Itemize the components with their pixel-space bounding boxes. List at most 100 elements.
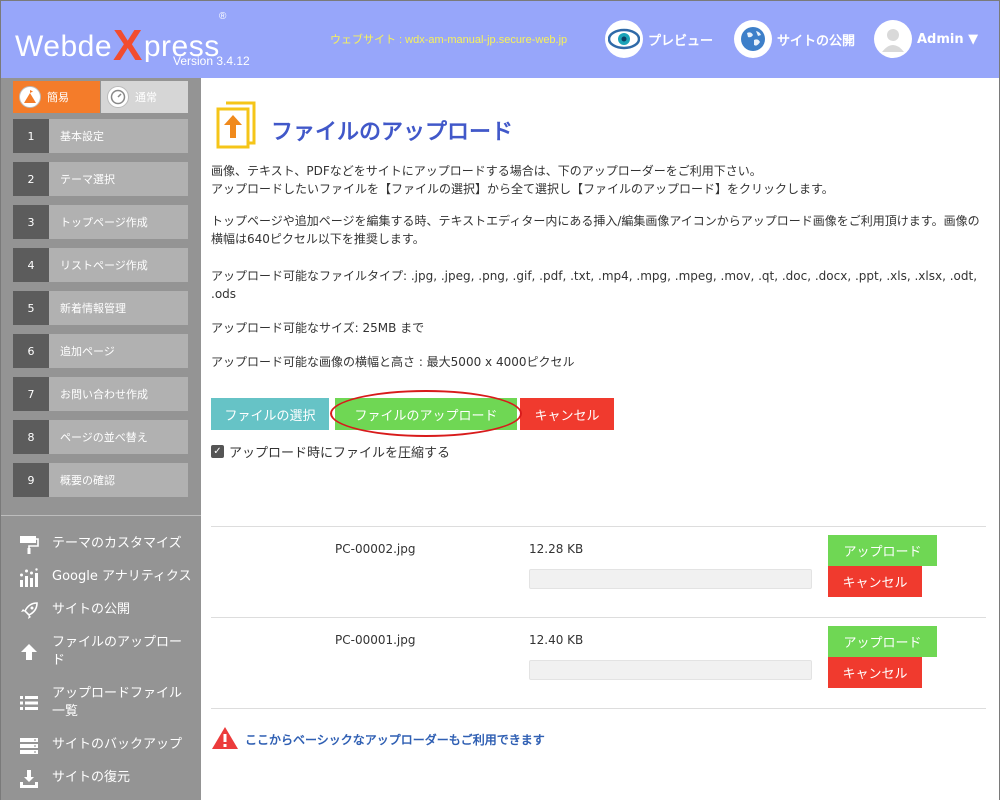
mode-easy-tab[interactable]: 簡易 <box>13 81 100 113</box>
publish-site-button[interactable]: サイトの公開 <box>734 20 855 58</box>
step-news[interactable]: 5 新着情報管理 <box>13 291 188 325</box>
download-tray-icon <box>19 769 39 789</box>
menu-site-restore[interactable]: サイトの復元 <box>19 769 195 789</box>
step-label: 新着情報管理 <box>60 302 126 315</box>
step-number: 8 <box>13 420 49 454</box>
user-avatar-icon <box>874 20 912 58</box>
eye-icon <box>605 20 643 58</box>
step-overview[interactable]: 9 概要の確認 <box>13 463 188 497</box>
file-size: 12.40 KB <box>529 633 584 647</box>
upload-arrow-icon <box>19 642 39 662</box>
select-files-button[interactable]: ファイルの選択 <box>211 398 329 430</box>
menu-theme-customize[interactable]: テーマのカスタマイズ <box>19 535 195 555</box>
row-divider <box>211 708 986 709</box>
editor-usage-text: トップページや追加ページを編集する時、テキストエディター内にある挿入/編集画像ア… <box>211 214 980 246</box>
highlight-ellipse <box>330 390 522 437</box>
basic-uploader-label: ここからベーシックなアップローダーもご利用できます <box>245 733 545 747</box>
list-icon <box>19 693 39 713</box>
step-number: 9 <box>13 463 49 497</box>
step-top-page[interactable]: 3 トップページ作成 <box>13 205 188 239</box>
menu-site-backup[interactable]: サイトのバックアップ <box>19 736 195 756</box>
compress-option[interactable]: ✓ アップロード時にファイルを圧縮する <box>211 442 450 461</box>
menu-publish-site[interactable]: サイトの公開 <box>19 601 195 621</box>
bar-chart-icon <box>19 568 39 588</box>
row-cancel-button[interactable]: キャンセル <box>828 657 922 688</box>
step-number: 3 <box>13 205 49 239</box>
step-contact[interactable]: 7 お問い合わせ作成 <box>13 377 188 411</box>
menu-label: ファイルのアップロード <box>52 635 183 668</box>
version-label: Version 3.4.12 <box>173 54 250 68</box>
preview-label: プレビュー <box>648 33 714 49</box>
row-upload-button[interactable]: アップロード <box>828 626 937 657</box>
server-icon <box>19 736 39 756</box>
intro-text: 画像、テキスト、PDFなどをサイトにアップロードする場合は、下のアップローダーを… <box>211 162 991 198</box>
row-upload-button[interactable]: アップロード <box>828 535 937 566</box>
step-number: 1 <box>13 119 49 153</box>
row-divider <box>211 526 986 527</box>
upload-progress-bar <box>529 569 812 589</box>
mountain-flag-icon <box>19 86 41 108</box>
compress-label: アップロード時にファイルを圧縮する <box>229 446 451 461</box>
step-page-order[interactable]: 8 ページの並べ替え <box>13 420 188 454</box>
publish-label: サイトの公開 <box>777 33 856 49</box>
step-additional-page[interactable]: 6 追加ページ <box>13 334 188 368</box>
gauge-icon <box>107 86 129 108</box>
menu-google-analytics[interactable]: Google アナリティクス <box>19 568 195 588</box>
rocket-icon <box>19 601 39 621</box>
basic-uploader-link[interactable]: ここからベーシックなアップローダーもご利用できます <box>211 726 545 753</box>
menu-label: サイトの復元 <box>52 770 131 785</box>
step-label: 基本設定 <box>60 130 104 143</box>
mode-normal-label: 通常 <box>135 91 157 104</box>
paint-roller-icon <box>19 535 39 555</box>
step-label: 追加ページ <box>60 345 115 358</box>
step-theme-select[interactable]: 2 テーマ選択 <box>13 162 188 196</box>
mode-easy-label: 簡易 <box>47 91 69 104</box>
mode-normal-tab[interactable]: 通常 <box>101 81 188 113</box>
website-url-link[interactable]: ウェブサイト : wdx-am-manual-jp.secure-web.jp <box>330 31 567 47</box>
upload-progress-bar <box>529 660 812 680</box>
cancel-all-button[interactable]: キャンセル <box>520 398 614 430</box>
menu-label: アップロードファイル一覧 <box>52 686 183 719</box>
menu-file-upload[interactable]: ファイルのアップロード <box>19 634 195 670</box>
intro-line-2: アップロードしたいファイルを【ファイルの選択】から全て選択し【ファイルのアップロ… <box>211 182 834 196</box>
main-content: ファイルのアップロード 画像、テキスト、PDFなどをサイトにアップロードする場合… <box>201 78 999 800</box>
step-number: 7 <box>13 377 49 411</box>
warning-icon <box>211 726 239 753</box>
file-size: 12.28 KB <box>529 542 584 556</box>
file-name: PC-00002.jpg <box>335 542 416 556</box>
file-types-text: アップロード可能なファイルタイプ: .jpg, .jpeg, .png, .gi… <box>211 269 978 301</box>
sidebar-divider <box>1 515 201 516</box>
row-divider <box>211 617 986 618</box>
step-basic-settings[interactable]: 1 基本設定 <box>13 119 188 153</box>
menu-uploaded-files-list[interactable]: アップロードファイル一覧 <box>19 685 195 721</box>
menu-label: Google アナリティクス <box>52 569 192 584</box>
step-number: 2 <box>13 162 49 196</box>
preview-button[interactable]: プレビュー <box>605 20 713 58</box>
admin-label: Admin ▼ <box>917 31 979 47</box>
sidebar: 簡易 通常 1 基本設定 2 テーマ選択 3 トップページ作成 4 リストページ作成 5… <box>1 78 201 800</box>
admin-menu-button[interactable]: Admin ▼ <box>874 20 978 58</box>
intro-line-1: 画像、テキスト、PDFなどをサイトにアップロードする場合は、下のアップローダーを… <box>211 164 762 178</box>
logo-text-x: X <box>113 21 143 70</box>
step-label: 概要の確認 <box>60 474 115 487</box>
logo-text-pre: Webde <box>15 30 113 63</box>
file-name: PC-00001.jpg <box>335 633 416 647</box>
step-number: 4 <box>13 248 49 282</box>
globe-icon <box>734 20 772 58</box>
compress-checkbox[interactable]: ✓ <box>211 445 224 458</box>
max-dimensions-text: アップロード可能な画像の横幅と高さ : 最大5000 x 4000ピクセル <box>211 355 575 369</box>
max-size-text: アップロード可能なサイズ: 25MB まで <box>211 321 425 335</box>
step-number: 6 <box>13 334 49 368</box>
logo-registered-mark: ® <box>219 11 227 22</box>
row-cancel-button[interactable]: キャンセル <box>828 566 922 597</box>
app-header: WebdeXpress ® Version 3.4.12 ウェブサイト : wd… <box>1 1 999 78</box>
step-number: 5 <box>13 291 49 325</box>
step-label: ページの並べ替え <box>60 431 148 444</box>
step-list-page[interactable]: 4 リストページ作成 <box>13 248 188 282</box>
menu-label: サイトのバックアップ <box>52 737 183 752</box>
upload-file-icon <box>216 101 256 153</box>
step-label: リストページ作成 <box>60 259 148 272</box>
menu-label: テーマのカスタマイズ <box>52 536 182 551</box>
step-label: テーマ選択 <box>60 173 115 186</box>
step-label: お問い合わせ作成 <box>60 388 148 401</box>
